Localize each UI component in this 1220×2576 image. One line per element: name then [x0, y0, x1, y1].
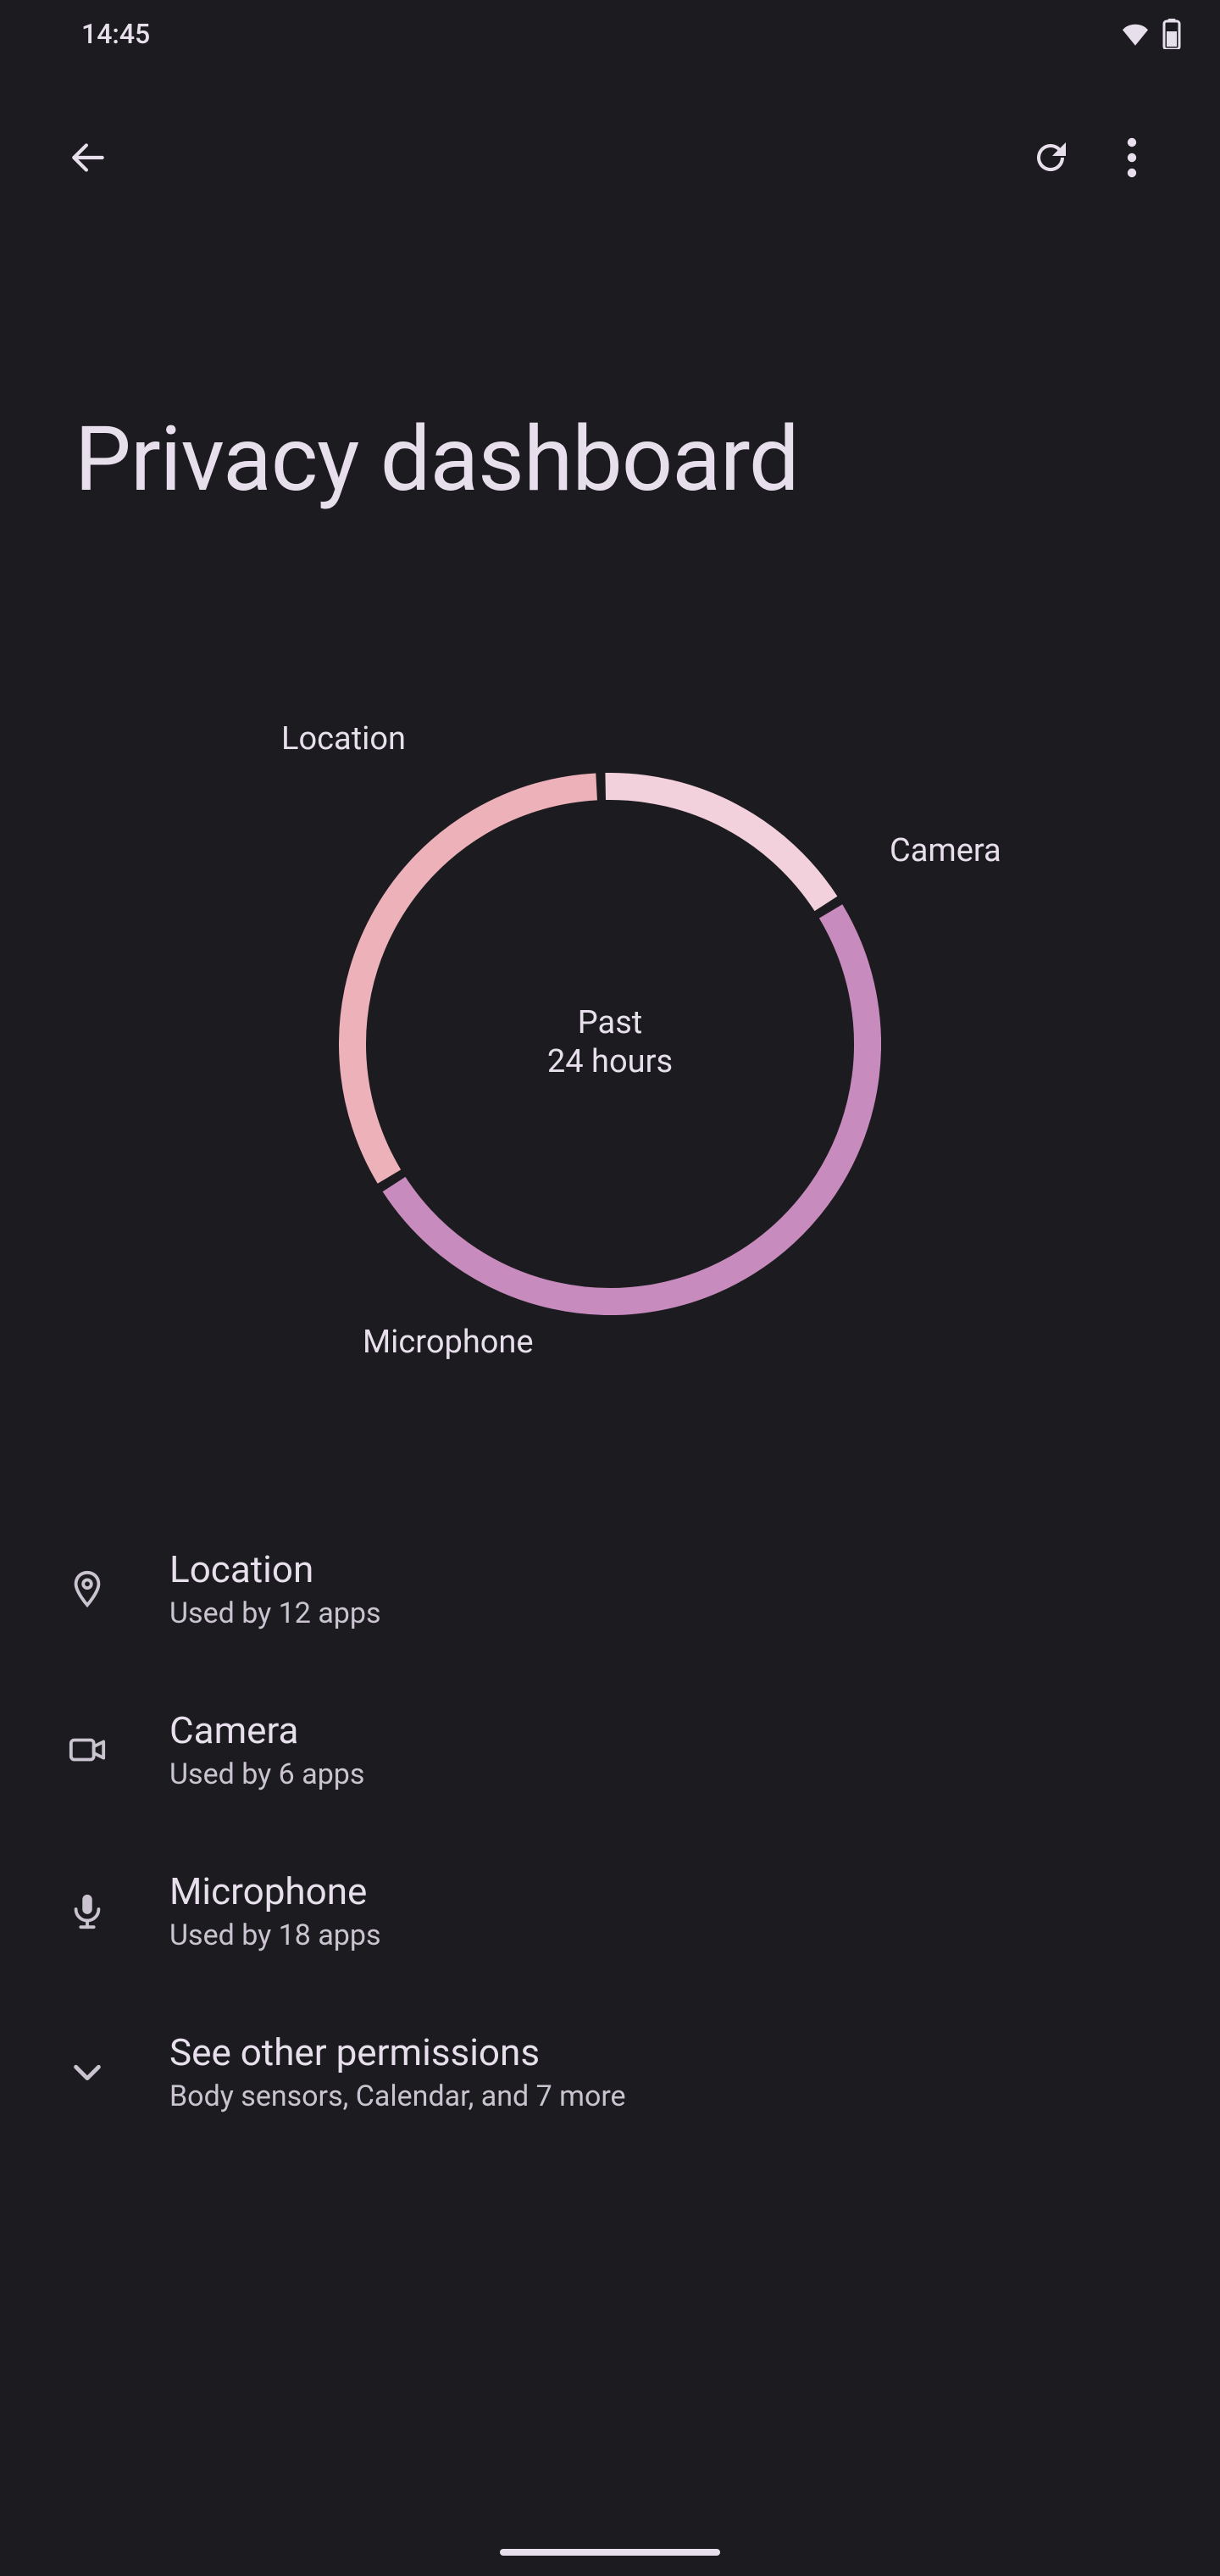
- permission-subtitle: Used by 6 apps: [169, 1757, 1169, 1791]
- gesture-nav-bar[interactable]: [500, 2549, 720, 2556]
- usage-chart: Location Camera Microphone Past 24 hours: [0, 705, 1220, 1400]
- chart-label-camera: Camera: [890, 832, 1001, 869]
- permission-text: Camera Used by 6 apps: [169, 1708, 1169, 1791]
- permission-item-camera[interactable]: Camera Used by 6 apps: [0, 1669, 1220, 1830]
- more-button[interactable]: [1091, 117, 1173, 198]
- chart-label-microphone: Microphone: [363, 1324, 534, 1361]
- refresh-button[interactable]: [1010, 117, 1091, 198]
- chart-center-label: Past 24 hours: [547, 1003, 673, 1081]
- permission-subtitle: Used by 12 apps: [169, 1596, 1169, 1630]
- chevron-down-icon: [68, 2052, 169, 2091]
- more-vert-icon: [1127, 137, 1137, 178]
- location-icon: [68, 1569, 169, 1608]
- permission-title: Camera: [169, 1708, 1169, 1752]
- microphone-icon: [68, 1891, 169, 1930]
- permission-title: Microphone: [169, 1869, 1169, 1913]
- back-button[interactable]: [47, 117, 129, 198]
- page-title: Privacy dashboard: [75, 407, 799, 512]
- permission-title: Location: [169, 1547, 1169, 1591]
- permission-item-microphone[interactable]: Microphone Used by 18 apps: [0, 1830, 1220, 1991]
- status-bar: 14:45: [0, 0, 1220, 68]
- permission-list: Location Used by 12 apps Camera Used by …: [0, 1508, 1220, 2152]
- donut-chart: Past 24 hours: [339, 773, 881, 1315]
- status-icons: [1120, 19, 1181, 49]
- permission-subtitle: Body sensors, Calendar, and 7 more: [169, 2079, 1169, 2113]
- arrow-back-icon: [67, 136, 109, 179]
- permission-text: Microphone Used by 18 apps: [169, 1869, 1169, 1952]
- chart-label-location: Location: [281, 720, 406, 758]
- permission-item-location[interactable]: Location Used by 12 apps: [0, 1508, 1220, 1669]
- battery-icon: [1162, 19, 1181, 49]
- permission-title: See other permissions: [169, 2030, 1169, 2074]
- camera-icon: [68, 1730, 169, 1769]
- permission-text: Location Used by 12 apps: [169, 1547, 1169, 1630]
- permission-subtitle: Used by 18 apps: [169, 1918, 1169, 1952]
- status-time: 14:45: [81, 18, 150, 50]
- permission-text: See other permissions Body sensors, Cale…: [169, 2030, 1169, 2113]
- wifi-icon: [1120, 21, 1151, 47]
- screen: 14:45: [0, 0, 1220, 2576]
- permission-item-other[interactable]: See other permissions Body sensors, Cale…: [0, 1991, 1220, 2152]
- refresh-icon: [1030, 137, 1071, 178]
- chart-center-line2: 24 hours: [547, 1042, 673, 1081]
- app-bar: [0, 107, 1220, 208]
- chart-center-line1: Past: [547, 1003, 673, 1042]
